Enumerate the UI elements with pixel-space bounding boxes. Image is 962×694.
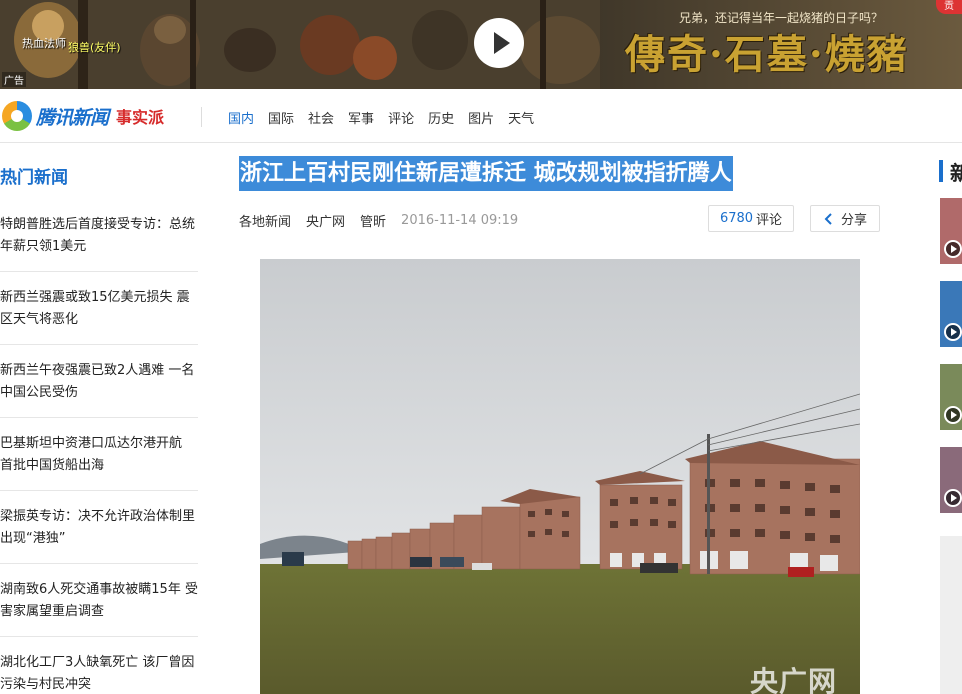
tencent-logo-icon xyxy=(2,101,32,131)
article-author: 管昕 xyxy=(360,215,387,230)
hot-news-title: 热门新闻 xyxy=(0,168,68,188)
nav-item-history[interactable]: 历史 xyxy=(428,108,454,127)
article-source[interactable]: 央广网 xyxy=(306,211,345,230)
list-item[interactable]: 特朗普胜选后首度接受专访：总统年薪只领1美元 xyxy=(0,199,198,272)
article-meta: 各地新闻 央广网 管昕 2016-11-14 09:19 xyxy=(239,211,533,230)
article-category[interactable]: 各地新闻 xyxy=(239,211,291,230)
right-rail-accent xyxy=(939,160,943,182)
list-item[interactable]: 新西兰强震或致15亿美元损失 震区天气将恶化 xyxy=(0,272,198,345)
banner-game-label-secondary: 狼兽(友伴) xyxy=(68,41,121,54)
ad-close-tag[interactable]: 贡 xyxy=(936,0,962,14)
page: 热血法师 狼兽(友伴) 兄弟，还记得当年一起烧猪的日子吗？ 傳奇·石墓·燒豬 广… xyxy=(0,0,962,694)
video-thumbnail[interactable] xyxy=(940,198,962,264)
list-item[interactable]: 梁振英专访：决不允许政治体制里出现“港独” xyxy=(0,491,198,564)
nav-item-domestic[interactable]: 国内 xyxy=(228,108,254,127)
logo-subbrand: 事实派 xyxy=(116,108,165,127)
channel-nav: 国内 国际 社会 军事 评论 历史 图片 天气 xyxy=(228,108,548,127)
play-icon[interactable] xyxy=(474,18,524,68)
hot-news-list: 特朗普胜选后首度接受专访：总统年薪只领1美元 新西兰强震或致15亿美元损失 震区… xyxy=(0,199,198,694)
play-icon xyxy=(944,240,962,258)
nav-item-military[interactable]: 军事 xyxy=(348,108,374,127)
list-item[interactable]: 湖北化工厂3人缺氧死亡 该厂曾因污染与村民冲突 xyxy=(0,637,198,694)
article-title[interactable]: 浙江上百村民刚住新居遭拆迁 城改规划被指折腾人 xyxy=(239,156,733,191)
site-header: 腾讯新闻 事实派 国内 国际 社会 军事 评论 历史 图片 天气 xyxy=(0,89,962,143)
video-thumbnail[interactable] xyxy=(940,281,962,347)
nav-item-commentary[interactable]: 评论 xyxy=(388,108,414,127)
comment-label: 评论 xyxy=(756,213,783,228)
photo-watermark: 央广网 xyxy=(750,665,838,694)
banner-ad[interactable]: 热血法师 狼兽(友伴) 兄弟，还记得当年一起烧猪的日子吗？ 傳奇·石墓·燒豬 广… xyxy=(0,0,962,89)
list-item[interactable]: 巴基斯坦中资港口瓜达尔港开航 首批中国货船出海 xyxy=(0,418,198,491)
article-time: 2016-11-14 09:19 xyxy=(401,213,519,228)
list-item[interactable]: 新西兰午夜强震已致2人遇难 一名中国公民受伤 xyxy=(0,345,198,418)
list-item[interactable]: 湖南致6人死交通事故被瞒15年 受害家属望重启调查 xyxy=(0,564,198,637)
banner-title: 傳奇·石墓·燒豬 xyxy=(625,31,909,78)
divider xyxy=(201,107,202,127)
video-thumbnail[interactable] xyxy=(940,364,962,430)
nav-item-society[interactable]: 社会 xyxy=(308,108,334,127)
nav-item-international[interactable]: 国际 xyxy=(268,108,294,127)
share-label: 分享 xyxy=(840,213,867,228)
share-button[interactable]: 分享 xyxy=(810,205,880,232)
share-icon xyxy=(824,212,832,225)
ad-label: 广告 xyxy=(2,72,26,87)
play-icon xyxy=(944,489,962,507)
right-rail-ad-placeholder xyxy=(940,536,962,694)
banner-game-label: 热血法师 xyxy=(22,37,66,50)
site-logo[interactable]: 腾讯新闻 事实派 xyxy=(2,101,164,131)
play-icon xyxy=(944,406,962,424)
article-photo xyxy=(260,259,860,694)
nav-item-photos[interactable]: 图片 xyxy=(468,108,494,127)
comment-count: 6780 xyxy=(719,211,754,226)
logo-text: 腾讯新闻 xyxy=(36,106,109,129)
comment-button[interactable]: 6780 评论 xyxy=(708,205,794,232)
right-rail-title: 新 xyxy=(950,161,962,185)
nav-item-weather[interactable]: 天气 xyxy=(508,108,534,127)
play-icon xyxy=(944,323,962,341)
video-thumbnail[interactable] xyxy=(940,447,962,513)
